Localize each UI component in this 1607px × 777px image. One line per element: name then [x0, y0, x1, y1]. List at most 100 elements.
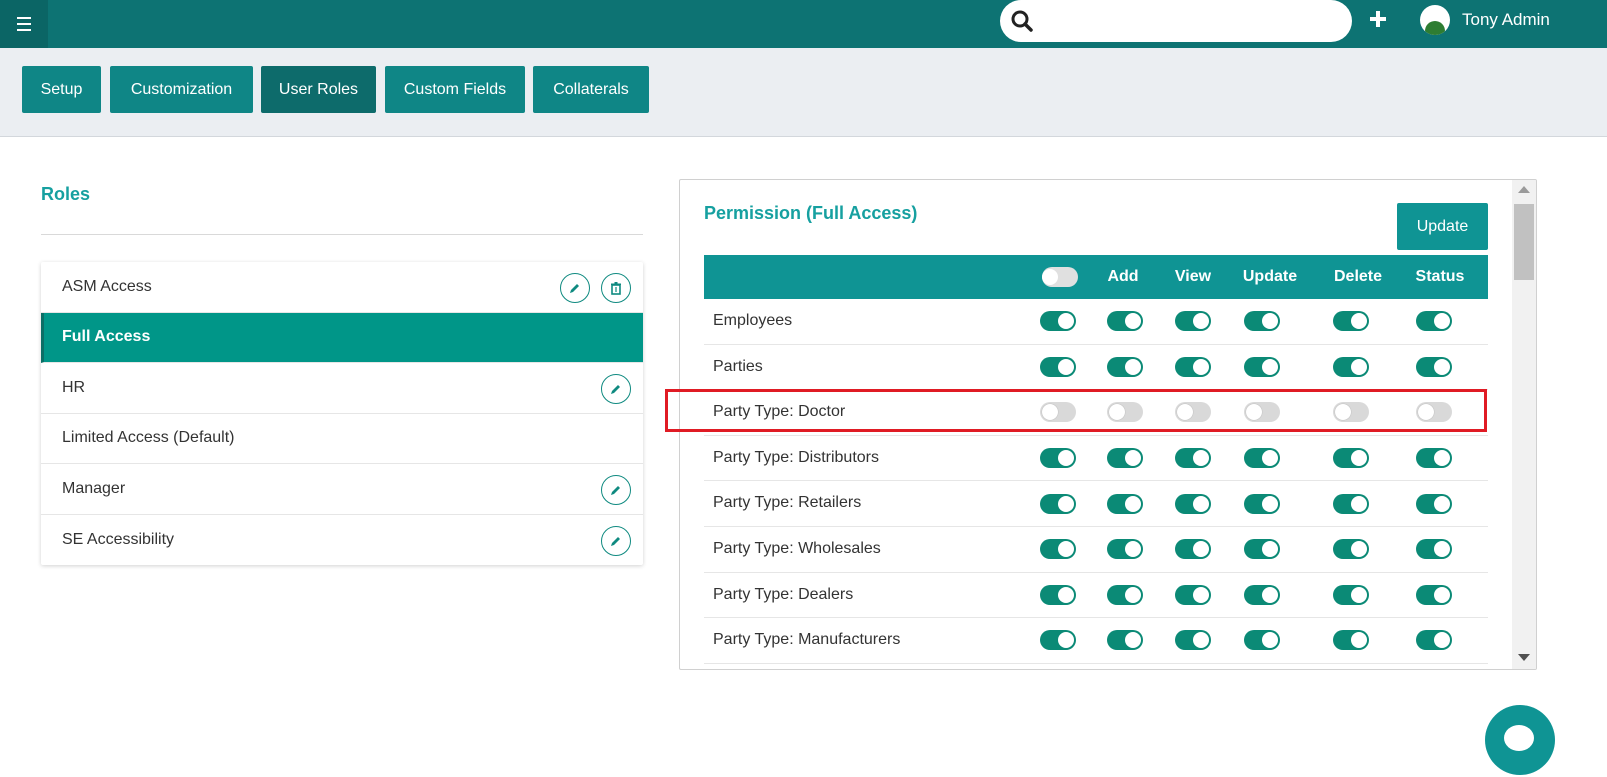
edit-role-button[interactable]: [601, 374, 631, 404]
hamburger-menu-button[interactable]: [0, 0, 48, 48]
permission-cell-add: [1095, 299, 1155, 344]
chat-button[interactable]: [1485, 705, 1555, 775]
toggle-update[interactable]: [1244, 356, 1280, 377]
role-item-manager[interactable]: Manager: [41, 464, 643, 515]
permission-cell-all: [1028, 436, 1088, 481]
pencil-icon: [611, 486, 620, 495]
permission-row-party-type-distributors: Party Type: Distributors: [704, 436, 1488, 482]
permissions-heading: Permission (Full Access): [704, 203, 918, 223]
toggle-add[interactable]: [1107, 630, 1143, 651]
toggle-delete[interactable]: [1333, 311, 1369, 332]
tab-user-roles[interactable]: User Roles: [261, 66, 376, 113]
toggle-status[interactable]: [1416, 539, 1452, 560]
permission-cell-view: [1163, 345, 1223, 390]
toggle-view[interactable]: [1175, 584, 1211, 605]
toggle-view[interactable]: [1175, 493, 1211, 514]
plus-icon: [1370, 11, 1386, 27]
toggle-add[interactable]: [1107, 356, 1143, 377]
delete-role-button[interactable]: [601, 273, 631, 303]
edit-role-button[interactable]: [601, 525, 631, 556]
role-item-limited-access[interactable]: Limited Access (Default): [41, 414, 643, 464]
toggle-delete[interactable]: [1333, 493, 1369, 514]
toggle-status[interactable]: [1416, 493, 1452, 514]
toggle-update[interactable]: [1244, 448, 1280, 469]
toggle-update[interactable]: [1244, 311, 1280, 332]
role-item-hr[interactable]: HR: [41, 363, 643, 414]
toggle-all[interactable]: [1040, 539, 1076, 560]
toggle-status[interactable]: [1416, 311, 1452, 332]
permission-label: Party Type: Distributors: [713, 448, 879, 466]
permission-cell-status: [1404, 436, 1464, 481]
permission-cell-status: [1404, 481, 1464, 526]
trash-icon: [611, 281, 621, 295]
toggle-add[interactable]: [1107, 539, 1143, 560]
tab-collaterals[interactable]: Collaterals: [533, 66, 649, 113]
pencil-icon: [570, 284, 579, 293]
toggle-view[interactable]: [1175, 539, 1211, 560]
permission-cell-delete: [1321, 573, 1381, 618]
toggle-update[interactable]: [1244, 630, 1280, 651]
permission-cell-status: [1404, 618, 1464, 663]
toggle-status[interactable]: [1416, 356, 1452, 377]
toggle-add[interactable]: [1107, 448, 1143, 469]
role-item-full-access[interactable]: Full Access: [41, 312, 643, 363]
toggle-view[interactable]: [1175, 448, 1211, 469]
permission-cell-add: [1095, 481, 1155, 526]
toggle-view[interactable]: [1175, 630, 1211, 651]
toggle-add[interactable]: [1107, 584, 1143, 605]
permission-cell-update: [1232, 436, 1292, 481]
toggle-all[interactable]: [1040, 630, 1076, 651]
permission-label: Employees: [713, 312, 793, 329]
toggle-delete[interactable]: [1333, 539, 1369, 560]
toggle-status[interactable]: [1416, 448, 1452, 469]
user-menu[interactable]: Tony Admin: [1420, 4, 1550, 36]
toggle-delete[interactable]: [1333, 448, 1369, 469]
permission-cell-delete: [1321, 618, 1381, 663]
add-button[interactable]: [1368, 8, 1388, 30]
toggle-all[interactable]: [1040, 356, 1076, 377]
scroll-down-arrow[interactable]: [1518, 654, 1530, 661]
toggle-update[interactable]: [1244, 539, 1280, 560]
permission-cell-update: [1232, 573, 1292, 618]
permission-cell-all: [1028, 618, 1088, 663]
permission-cell-view: [1163, 527, 1223, 572]
roles-heading: Roles: [41, 184, 91, 204]
role-item-asm-access[interactable]: ASM Access: [41, 262, 643, 313]
permission-label: Parties: [713, 357, 763, 375]
toggle-view[interactable]: [1175, 356, 1211, 377]
role-item-se-accessibility[interactable]: SE Accessibility: [41, 515, 643, 566]
toggle-all[interactable]: [1040, 311, 1076, 332]
toggle-all[interactable]: [1040, 584, 1076, 605]
permission-cell-add: [1095, 345, 1155, 390]
permission-cell-delete: [1321, 481, 1381, 526]
master-toggle[interactable]: [1042, 267, 1078, 287]
scrollbar[interactable]: [1512, 180, 1536, 669]
search-icon: [1011, 10, 1033, 32]
toggle-all[interactable]: [1040, 493, 1076, 514]
toggle-delete[interactable]: [1333, 356, 1369, 377]
toggle-delete[interactable]: [1333, 584, 1369, 605]
permission-cell-all: [1028, 345, 1088, 390]
toggle-add[interactable]: [1107, 493, 1143, 514]
toggle-status[interactable]: [1416, 630, 1452, 651]
toggle-delete[interactable]: [1333, 630, 1369, 651]
toggle-view[interactable]: [1175, 311, 1211, 332]
toggle-all[interactable]: [1040, 448, 1076, 469]
toggle-update[interactable]: [1244, 493, 1280, 514]
chat-icon: [1504, 725, 1534, 751]
role-label: SE Accessibility: [62, 530, 175, 548]
tab-setup[interactable]: Setup: [22, 66, 101, 113]
master-toggle-cell: [1040, 255, 1080, 299]
edit-role-button[interactable]: [601, 475, 631, 505]
toggle-status[interactable]: [1416, 584, 1452, 605]
scroll-thumb[interactable]: [1514, 204, 1534, 280]
edit-role-button[interactable]: [560, 273, 590, 303]
search-box[interactable]: [1000, 0, 1352, 42]
tab-customization[interactable]: Customization: [110, 66, 253, 113]
search-input[interactable]: [1042, 6, 1332, 36]
toggle-add[interactable]: [1107, 311, 1143, 332]
toggle-update[interactable]: [1244, 584, 1280, 605]
scroll-up-arrow[interactable]: [1518, 186, 1530, 193]
tab-custom-fields[interactable]: Custom Fields: [385, 66, 525, 113]
update-button[interactable]: Update: [1397, 203, 1488, 250]
